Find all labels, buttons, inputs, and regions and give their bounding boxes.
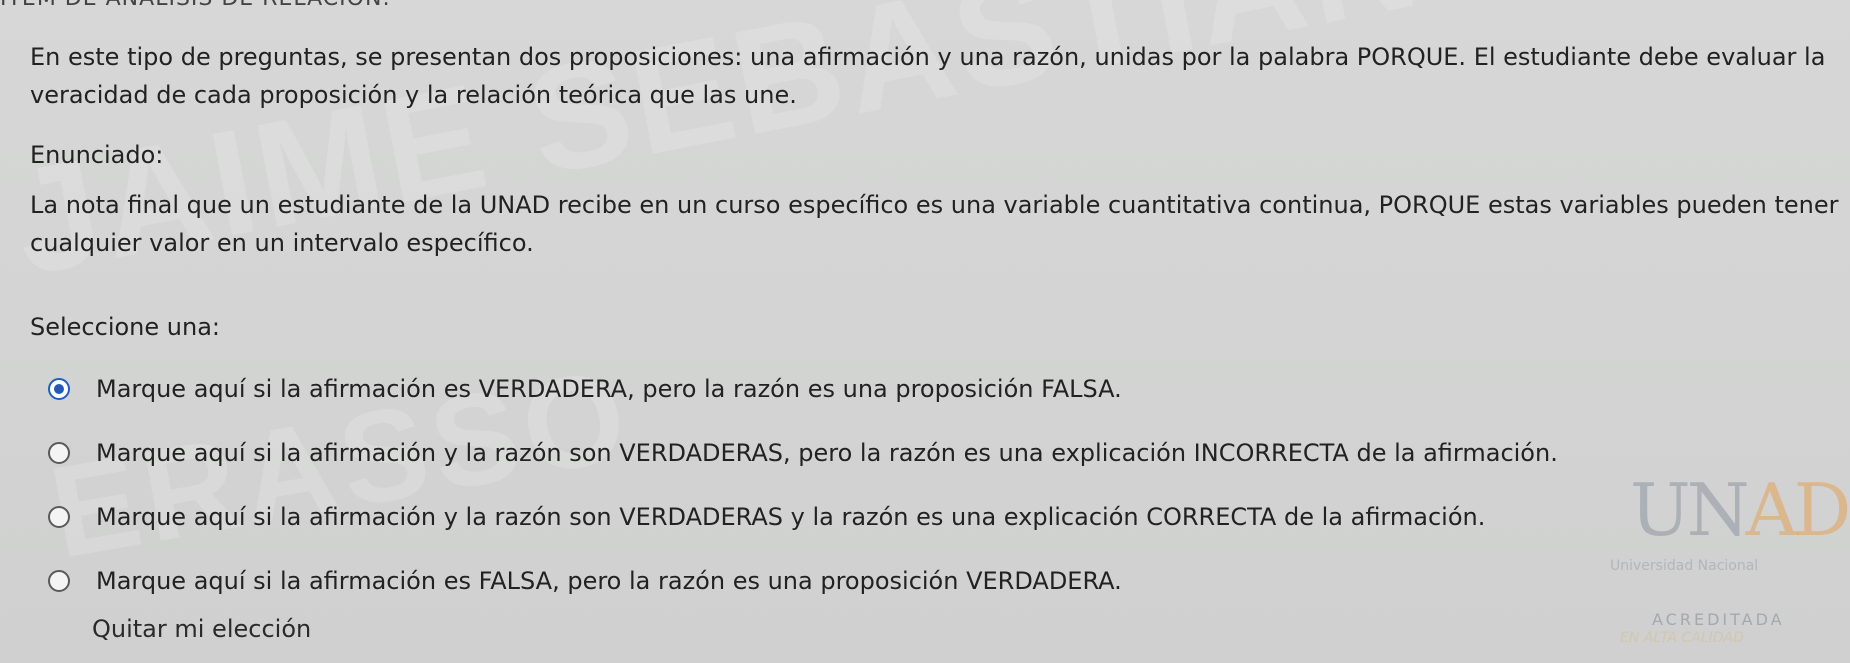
select-one-label: Seleccione una: [30, 313, 220, 341]
radio-icon[interactable] [48, 506, 70, 528]
question-statement: La nota final que un estudiante de la UN… [30, 191, 1839, 257]
answer-option-label[interactable]: Marque aquí si la afirmación y la razón … [96, 503, 1485, 531]
answer-option-label[interactable]: Marque aquí si la afirmación es FALSA, p… [96, 567, 1122, 595]
answer-option-2[interactable]: Marque aquí si la afirmación y la razón … [48, 421, 1558, 485]
clear-choice-link[interactable]: Quitar mi elección [92, 615, 311, 643]
enunciado-label: Enunciado: [30, 141, 164, 169]
radio-icon[interactable] [48, 570, 70, 592]
radio-selected-icon[interactable] [48, 378, 70, 400]
unad-logo-letters: UNAD [1630, 468, 1850, 552]
answer-option-4[interactable]: Marque aquí si la afirmación es FALSA, p… [48, 549, 1558, 613]
unad-logo-acreditada: ACREDITADA [1652, 610, 1785, 629]
unad-logo-subtitle: Universidad Nacional [1610, 558, 1759, 574]
question-type-title: ÍTEM DE ANÁLISIS DE RELACIÓN: [0, 0, 391, 11]
unad-logo-calidad: EN ALTA CALIDAD [1620, 630, 1744, 646]
answer-option-label[interactable]: Marque aquí si la afirmación es VERDADER… [96, 375, 1122, 403]
answer-options: Marque aquí si la afirmación es VERDADER… [48, 357, 1558, 613]
answer-option-1[interactable]: Marque aquí si la afirmación es VERDADER… [48, 357, 1558, 421]
unad-logo: UNAD Universidad Nacional ACREDITADA EN … [1600, 448, 1850, 658]
instructions-text: En este tipo de preguntas, se presentan … [30, 43, 1826, 109]
radio-icon[interactable] [48, 442, 70, 464]
answer-option-3[interactable]: Marque aquí si la afirmación y la razón … [48, 485, 1558, 549]
answer-option-label[interactable]: Marque aquí si la afirmación y la razón … [96, 439, 1558, 467]
